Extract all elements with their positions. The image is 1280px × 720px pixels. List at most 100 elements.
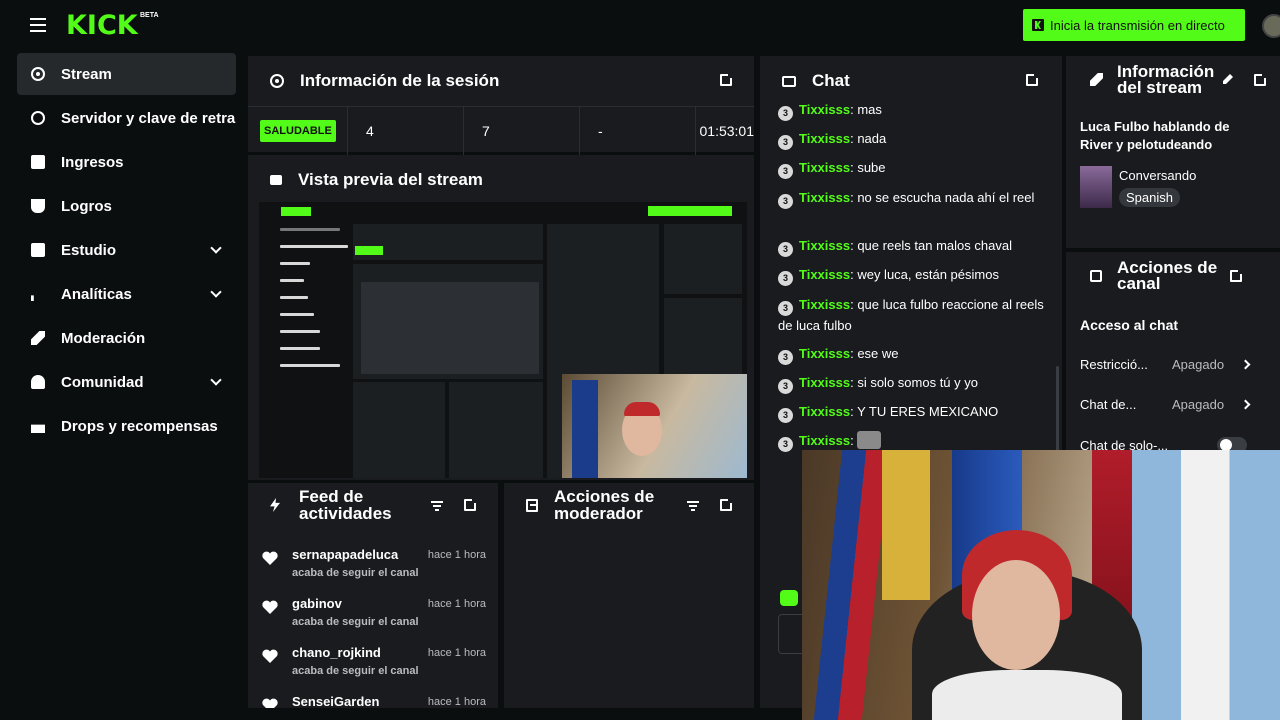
feed-action: acaba de seguir el canal <box>292 665 419 677</box>
sub-badge: 3 <box>778 301 793 316</box>
sidebar-item-stream[interactable]: Stream <box>17 53 236 95</box>
chat-text: sube <box>857 160 886 175</box>
analytics-icon <box>31 287 34 301</box>
mod-title-line2: moderador <box>554 504 643 523</box>
sidebar-item-label: Drops y recompensas <box>61 417 218 435</box>
channel-actions-panel: Acciones de canal Acceso al chat Restric… <box>1066 252 1280 462</box>
sidebar-item-studio[interactable]: Estudio <box>17 229 236 271</box>
stream-category[interactable]: Conversando <box>1119 168 1196 183</box>
feed-username[interactable]: sernapapadeluca <box>292 547 398 562</box>
chat-username[interactable]: Tixxisss <box>799 267 850 282</box>
top-bar: KICK BETA Inicia la transmisión en direc… <box>0 0 1280 52</box>
sidebar-item-label: Analíticas <box>61 285 132 303</box>
health-cell: SALUDABLE <box>248 107 348 155</box>
chat-message: 3 Tixxisss: nada <box>778 129 1048 150</box>
sub-badge: 3 <box>778 164 793 179</box>
sub-badge: 3 <box>778 379 793 394</box>
mod-actions-title: Acciones de moderador <box>554 488 654 522</box>
preview-title: Vista previa del stream <box>298 170 483 189</box>
chat-message: 3 Tixxisss: ese we <box>778 344 1048 365</box>
wrench-icon <box>1090 73 1103 86</box>
revenue-icon <box>31 155 45 169</box>
preview-icon <box>270 175 282 185</box>
mini-session-panel <box>353 224 543 260</box>
viewers-count: 4 <box>348 107 464 155</box>
avatar[interactable] <box>1262 14 1280 38</box>
feed-username[interactable]: SenseiGarden <box>292 694 379 708</box>
kick-logo[interactable]: KICK <box>66 10 138 41</box>
chat-username[interactable]: Tixxisss <box>799 375 850 390</box>
sidebar-item-analytics[interactable]: Analíticas <box>17 273 236 315</box>
list-item[interactable]: SenseiGarden hace 1 hora <box>262 690 486 708</box>
expand-icon[interactable] <box>1230 269 1243 282</box>
chat-message: 3 Tixxisss: Y TU ERES MEXICANO <box>778 402 1048 423</box>
chat-title: Chat <box>812 71 850 90</box>
feed-username[interactable]: gabinov <box>292 596 342 611</box>
session-stats: SALUDABLE 4 7 - 01:53:01 <box>248 106 755 155</box>
stream-info-title: Información del stream <box>1117 63 1214 96</box>
list-item[interactable]: sernapapadeluca hace 1 hora acaba de seg… <box>262 543 486 589</box>
session-duration: 01:53:01 <box>699 123 755 139</box>
emote-icon[interactable] <box>780 590 798 606</box>
stream-preview-video[interactable] <box>259 202 747 478</box>
feed-username[interactable]: chano_rojkind <box>292 645 381 660</box>
expand-icon[interactable] <box>720 73 733 86</box>
edit-icon[interactable] <box>1223 74 1233 84</box>
sidebar-item-server-key[interactable]: Servidor y clave de retransmisión <box>17 97 236 139</box>
chat-username[interactable]: Tixxisss <box>799 238 850 253</box>
stream-title: Luca Fulbo hablando de River y pelotudea… <box>1080 119 1230 152</box>
chat-icon <box>782 75 796 87</box>
sub-badge: 3 <box>778 271 793 286</box>
feed-title: Feed de actividades <box>299 488 392 522</box>
menu-icon[interactable] <box>30 18 46 32</box>
chat-message: 3 Tixxisss: wey luca, están pésimos <box>778 265 1048 286</box>
sidebar-item-label: Comunidad <box>61 373 144 391</box>
chevron-down-icon <box>210 242 222 254</box>
sidebar-item-label: Estudio <box>61 241 116 259</box>
chat-username[interactable]: Tixxisss <box>799 160 850 175</box>
feed-action: acaba de seguir el canal <box>292 567 419 579</box>
mini-feed-panel <box>353 382 445 478</box>
heart-icon <box>262 649 278 663</box>
sidebar-item-revenue[interactable]: Ingresos <box>17 141 236 183</box>
emote-image <box>857 431 882 449</box>
sidebar-item-label: Ingresos <box>61 153 124 171</box>
page-title: Información de la sesión <box>300 71 500 90</box>
list-item[interactable]: chano_rojkind hace 1 hora acaba de segui… <box>262 641 486 687</box>
panel-header: Información de la sesión <box>248 56 754 106</box>
feed-title-line1: Feed de <box>299 487 364 506</box>
go-live-button[interactable]: Inicia la transmisión en directo <box>1023 9 1245 41</box>
chat-username[interactable]: Tixxisss <box>799 404 850 419</box>
chevron-right-icon[interactable] <box>1240 359 1251 370</box>
sidebar-item-drops[interactable]: Drops y recompensas <box>17 405 236 447</box>
chevron-down-icon <box>210 374 222 386</box>
chat-username[interactable]: Tixxisss <box>799 190 850 205</box>
filter-icon[interactable] <box>687 501 699 511</box>
chat-username[interactable]: Tixxisss <box>799 102 850 117</box>
chat-username[interactable]: Tixxisss <box>799 433 850 448</box>
sidebar-item-community[interactable]: Comunidad <box>17 361 236 403</box>
sidebar: Stream Servidor y clave de retransmisión… <box>0 52 245 720</box>
sidebar-item-moderation[interactable]: Moderación <box>17 317 236 359</box>
list-item[interactable]: gabinov hace 1 hora acaba de seguir el c… <box>262 592 486 638</box>
channel-icon <box>1090 270 1102 282</box>
feed-time: hace 1 hora <box>427 598 486 610</box>
heart-icon <box>262 698 278 708</box>
panel-header: Chat <box>760 56 1062 106</box>
shirt-image <box>932 670 1122 720</box>
filter-icon[interactable] <box>431 501 443 511</box>
expand-icon[interactable] <box>1026 73 1039 86</box>
expand-icon[interactable] <box>720 498 733 511</box>
go-live-label: Inicia la transmisión en directo <box>1050 17 1225 33</box>
chat-username[interactable]: Tixxisss <box>799 131 850 146</box>
kick-icon <box>1032 19 1044 31</box>
community-icon <box>31 375 45 389</box>
feed-time: hace 1 hora <box>427 647 486 659</box>
chevron-right-icon[interactable] <box>1240 399 1251 410</box>
expand-icon[interactable] <box>1254 73 1267 86</box>
chat-username[interactable]: Tixxisss <box>799 346 850 361</box>
chat-username[interactable]: Tixxisss <box>799 297 850 312</box>
restriction-label: Restricció... <box>1080 357 1148 372</box>
sidebar-item-achievements[interactable]: Logros <box>17 185 236 227</box>
expand-icon[interactable] <box>464 498 477 511</box>
